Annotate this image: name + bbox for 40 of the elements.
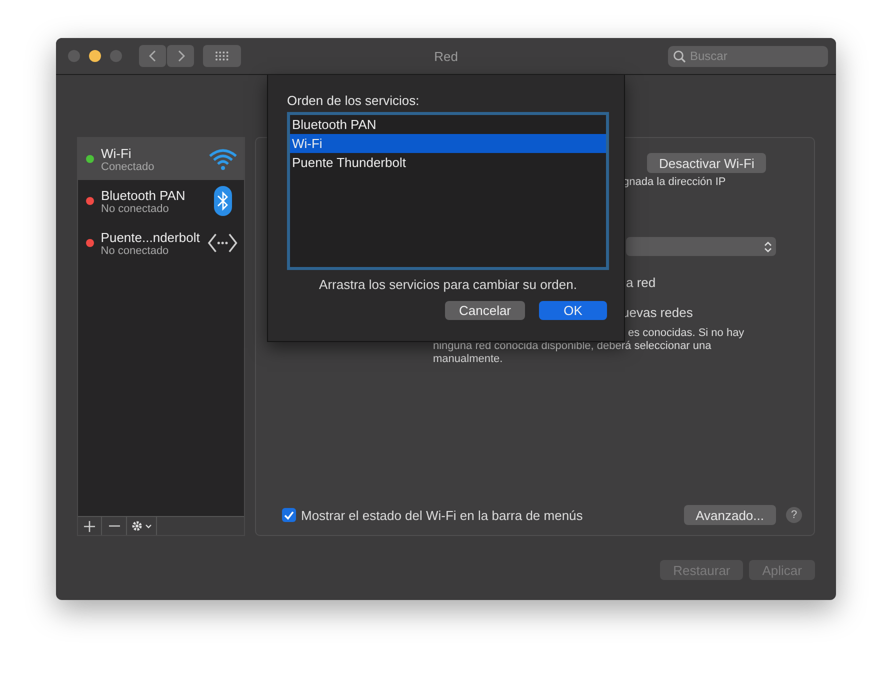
service-status: No conectado: [100, 244, 170, 256]
service-order-item[interactable]: Bluetooth PAN: [290, 115, 606, 134]
minus-icon: [108, 525, 120, 527]
service-order-item[interactable]: Puente Thunderbolt: [290, 153, 606, 172]
service-item[interactable]: Wi-Fi Conectado: [78, 138, 244, 180]
checkbox[interactable]: [282, 508, 296, 522]
window-title: Red: [434, 48, 458, 64]
service-name: Puente...nderbolt: [100, 230, 200, 244]
gear-icon: [130, 520, 152, 532]
back-button[interactable]: [139, 45, 166, 67]
plus-icon: [84, 520, 95, 532]
wifi-icon: [208, 147, 238, 171]
service-status: Conectado: [101, 160, 156, 172]
service-status: No conectado: [101, 202, 170, 214]
service-name: Wi-Fi: [101, 146, 132, 160]
dialog-hint: Arrastra los servicios para cambiar su orden.: [318, 277, 578, 292]
option-label: a red: [626, 276, 656, 289]
checkbox-label: Mostrar el estado del Wi-Fi en la barra de menús: [301, 508, 583, 522]
dialog-label: Orden de los servicios:: [287, 93, 420, 108]
cancel-button[interactable]: Cancelar: [445, 301, 525, 320]
note-text: es conocidas. Si no hay: [628, 327, 744, 340]
chevron-left-icon: [148, 50, 156, 62]
service-name: Bluetooth PAN: [101, 188, 186, 202]
service-order-item[interactable]: Wi-Fi: [290, 134, 606, 153]
service-item[interactable]: Puente...nderbolt No conectado: [78, 222, 244, 264]
service-item[interactable]: Bluetooth PAN No conectado: [78, 180, 244, 222]
chevron-icon: [764, 240, 772, 252]
advanced-button[interactable]: Avanzado...: [684, 505, 776, 525]
grid-icon: [215, 51, 229, 61]
turn-off-wifi-button[interactable]: Desactivar Wi-Fi: [647, 153, 766, 173]
ok-button[interactable]: OK: [539, 301, 607, 320]
help-button[interactable]: ?: [786, 507, 802, 523]
note-text: manualmente.: [433, 353, 503, 366]
minimize-button[interactable]: [89, 50, 101, 62]
note-text: ninguna red conocida disponible, deberá seleccionar una: [433, 340, 712, 353]
chevron-right-icon: [176, 50, 184, 62]
show-all-button[interactable]: [203, 45, 241, 67]
forward-button[interactable]: [167, 45, 194, 67]
connection-arrows-icon: [206, 232, 238, 254]
search-icon: [673, 50, 686, 62]
